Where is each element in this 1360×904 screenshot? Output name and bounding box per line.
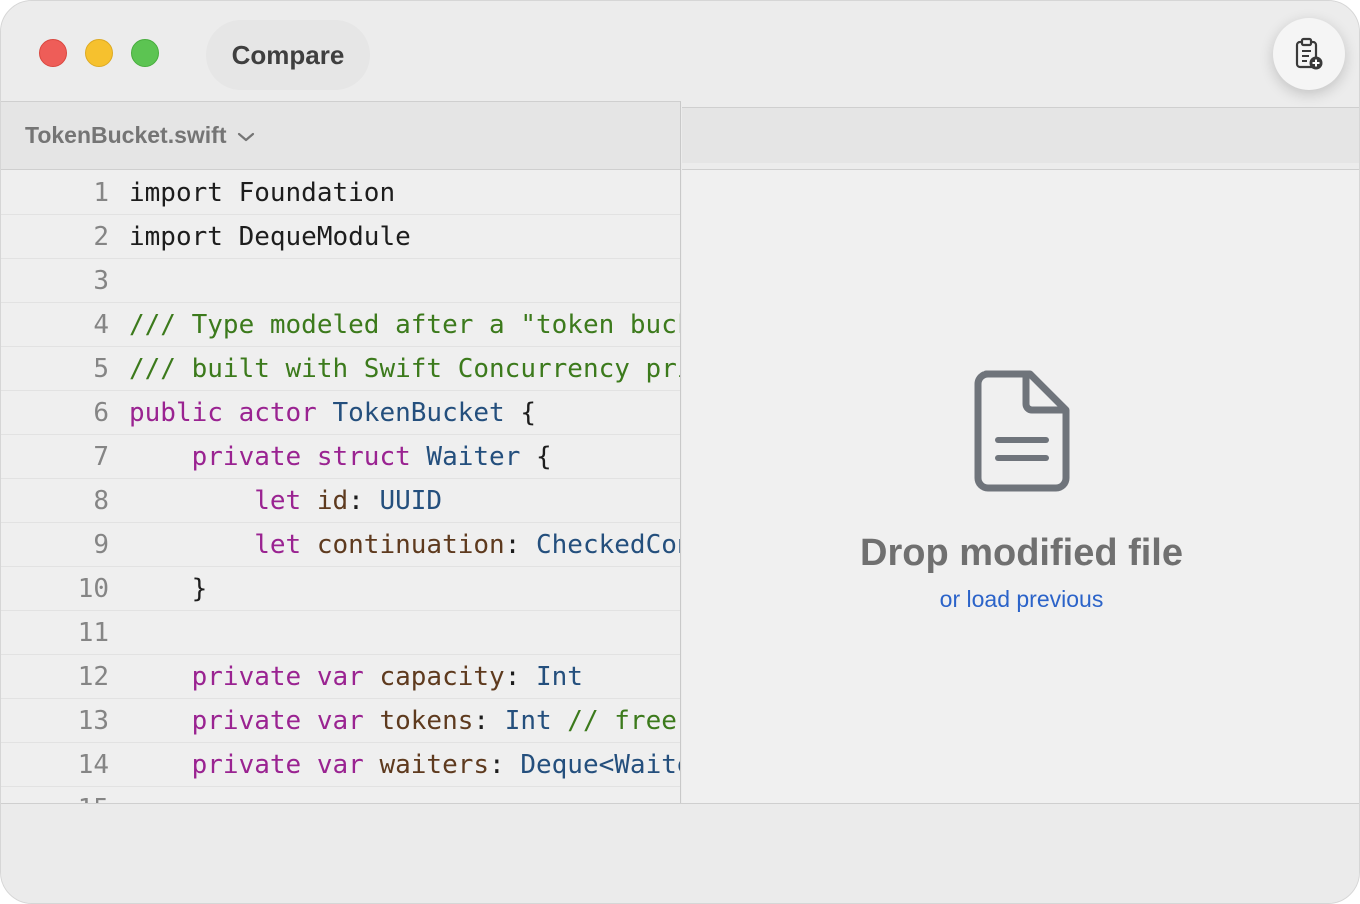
code-token: Waiter (426, 442, 521, 472)
code-line: 6 public actor TokenBucket { (1, 391, 680, 435)
line-source: private var waiters: Deque<Waiter> (129, 743, 680, 786)
line-source: } (129, 567, 208, 610)
maximize-window-button[interactable] (131, 39, 159, 67)
code-token: capacity (379, 662, 505, 692)
code-token: { (504, 398, 536, 428)
bottom-bar (1, 803, 1359, 903)
compare-button[interactable]: Compare (206, 20, 370, 90)
code-line: 14 private var waiters: Deque<Waiter> (1, 743, 680, 787)
code-line: 3 (1, 259, 680, 303)
code-token: import Foundation (129, 178, 396, 208)
code-token: /// Type modeled after a "token bucket" (129, 310, 681, 340)
code-token: } (129, 574, 208, 604)
line-source: let continuation: CheckedContinuation (129, 523, 680, 566)
line-source: let id: UUID (129, 479, 443, 522)
minimize-window-button[interactable] (85, 39, 113, 67)
modified-file-header (682, 107, 1359, 163)
line-number: 13 (77, 706, 109, 736)
code-token: import DequeModule (129, 222, 411, 252)
file-selector[interactable]: TokenBucket.swift (1, 102, 680, 170)
code-token: let (129, 530, 317, 560)
line-number: 5 (93, 354, 109, 384)
code-token: TokenBucket (332, 398, 505, 428)
code-line: 11 (1, 611, 680, 655)
compare-label: Compare (231, 39, 345, 70)
line-number: 4 (93, 310, 109, 340)
line-source: import DequeModule (129, 215, 411, 258)
code-token: id (316, 486, 349, 516)
code-token: // free (551, 706, 677, 736)
code-line: 4 /// Type modeled after a "token bucket" (1, 303, 681, 347)
code-token: private var (129, 706, 380, 736)
clipboard-add-icon (1295, 37, 1323, 70)
code-token: : (473, 706, 505, 736)
line-source: private var capacity: Int (129, 655, 583, 698)
line-source: private var tokens: Int // free (129, 699, 677, 742)
line-source: /// Type modeled after a "token bucket" (129, 303, 681, 346)
code-token: : (348, 486, 380, 516)
line-number: 15 (1, 787, 109, 804)
code-token: : (504, 530, 536, 560)
code-line: 12 private var capacity: Int (1, 655, 680, 699)
file-name: TokenBucket.swift (25, 122, 227, 148)
close-window-button[interactable] (39, 39, 67, 67)
document-icon (974, 370, 1070, 492)
code-token: private struct (129, 442, 427, 472)
line-number: 7 (93, 442, 109, 472)
line-number: 11 (77, 618, 109, 648)
code-line: 8 let id: UUID (1, 479, 680, 523)
clipboard-add-button[interactable] (1273, 18, 1345, 90)
code-token: : (504, 662, 536, 692)
line-number: 3 (93, 266, 109, 296)
line-number: 2 (93, 222, 109, 252)
code-token: CheckedContinuation (536, 530, 680, 560)
code-token: tokens (379, 706, 474, 736)
app-window: Compare TokenBucket.swift 1 import Founda… (0, 0, 1360, 904)
line-source: public actor TokenBucket { (129, 391, 536, 434)
code-line: 10 } (1, 567, 680, 611)
code-view[interactable]: 1 import Foundation 2 import DequeModule 3 4 /… (1, 171, 681, 804)
title-bar: Compare (1, 1, 1359, 102)
code-line: 7 private struct Waiter { (1, 435, 680, 479)
code-token: let (129, 486, 317, 516)
code-token: { (520, 442, 552, 472)
line-source: /// built with Swift Concurrency primiti… (129, 347, 680, 390)
code-token: waiters (379, 750, 490, 780)
code-line: 1 import Foundation (1, 171, 680, 215)
code-token: Int (536, 662, 583, 692)
code-token: continuation (316, 530, 505, 560)
original-file-pane: TokenBucket.swift 1 import Foundation 2 imp… (1, 101, 681, 804)
line-number: 10 (77, 574, 109, 604)
code-line: 5 /// built with Swift Concurrency primit… (1, 347, 680, 391)
drop-zone[interactable]: Drop modified file or load previous (682, 170, 1359, 804)
code-line: 13 private var tokens: Int // free (1, 699, 680, 743)
code-line: 9 let continuation: CheckedContinuation (1, 523, 680, 567)
code-line: 2 import DequeModule (1, 215, 680, 259)
code-token: public actor (129, 398, 333, 428)
code-token: /// built with Swift Concurrency primiti… (129, 354, 680, 384)
load-previous-link[interactable]: or load previous (682, 586, 1359, 613)
code-token: Int (504, 706, 552, 736)
drop-title: Drop modified file (860, 532, 1183, 574)
code-token: private var (129, 750, 380, 780)
code-token: : (489, 750, 521, 780)
line-number: 8 (93, 486, 109, 516)
line-number: 6 (93, 398, 109, 428)
code-token: Deque<Waiter> (520, 750, 680, 780)
line-number: 9 (93, 530, 109, 560)
line-number: 12 (77, 662, 109, 692)
code-token: UUID (379, 486, 443, 516)
chevron-down-icon (237, 132, 254, 141)
line-source: import Foundation (129, 171, 396, 214)
code-token: private var (129, 662, 380, 692)
code-line: 15 (1, 787, 680, 804)
line-number: 1 (93, 178, 109, 208)
line-source: private struct Waiter { (129, 435, 552, 478)
line-number: 14 (77, 750, 109, 780)
